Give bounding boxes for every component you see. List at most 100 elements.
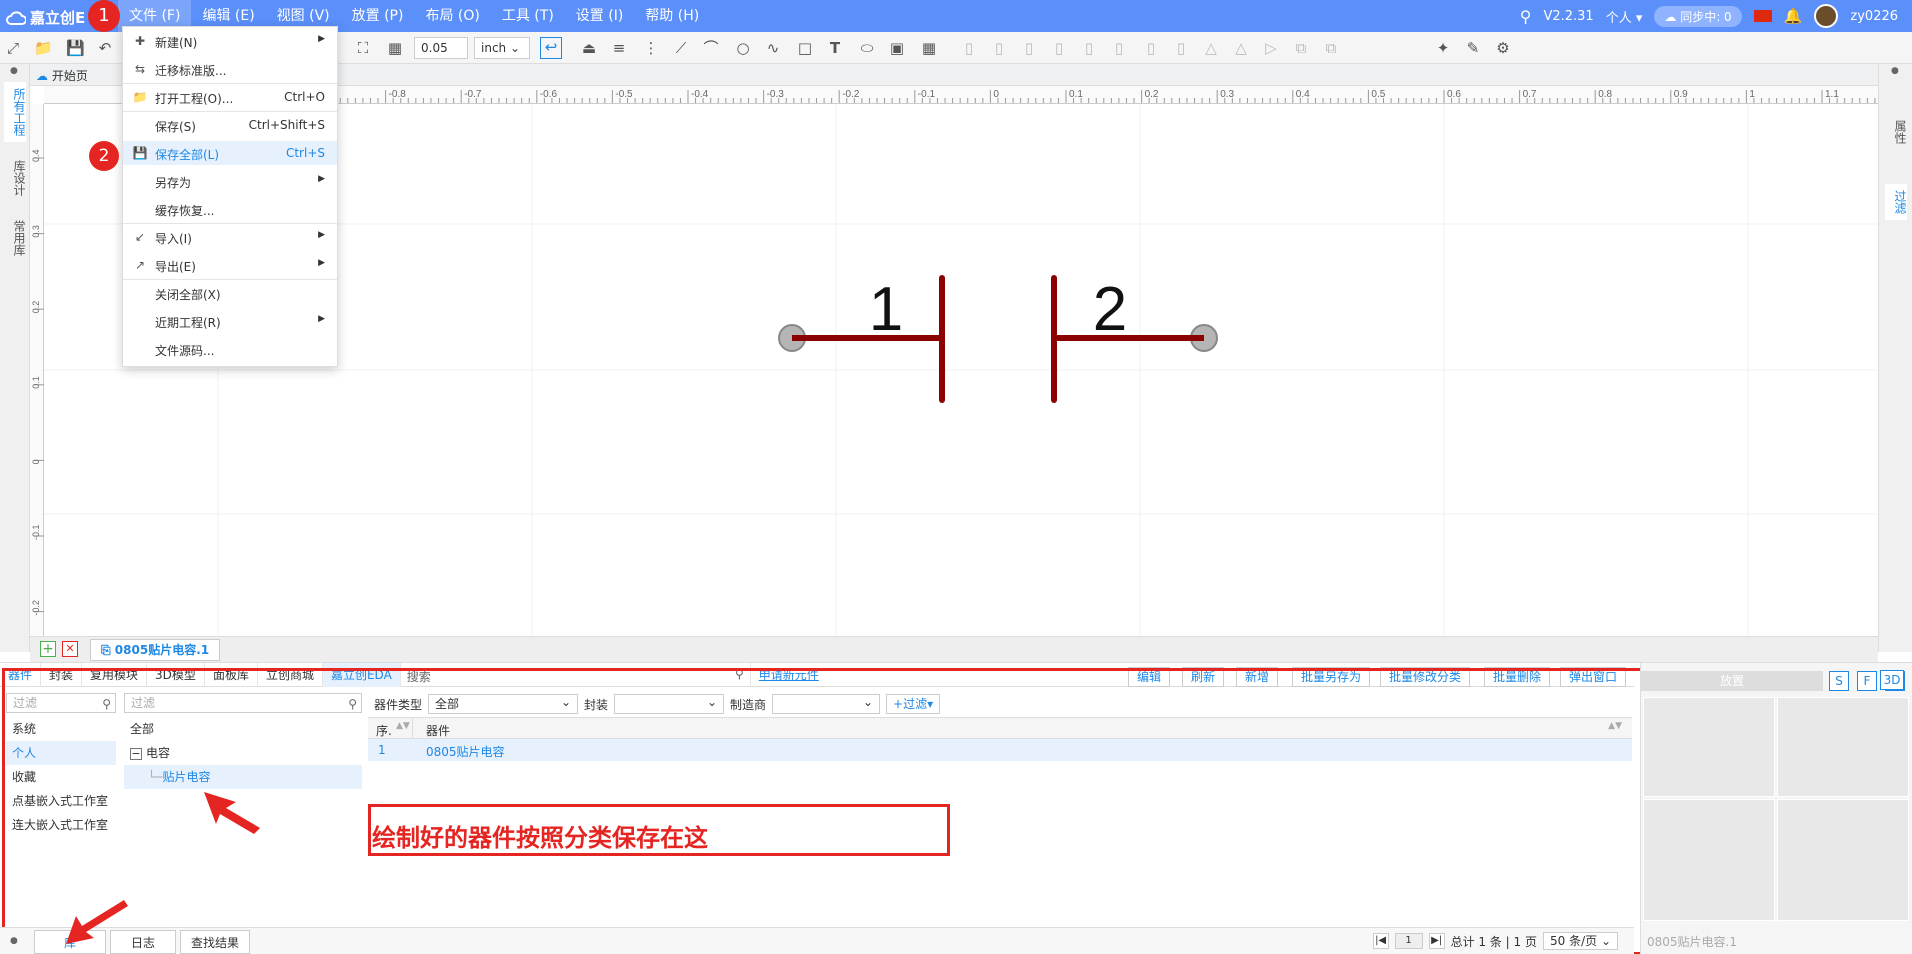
align-center-h-icon[interactable]: ▯ (1080, 39, 1098, 57)
select-tool-icon[interactable]: ⤢ (4, 39, 22, 57)
workspace-select[interactable]: 个人 ▾ (1606, 7, 1643, 26)
vruler-label: -0.2 (31, 600, 41, 616)
align-bottom-icon[interactable]: ▯ (1050, 39, 1068, 57)
file-menu-item-label: 保存全部(L) (155, 148, 220, 162)
prev-page-button[interactable]: |◀ (1372, 933, 1389, 949)
file-menu-item[interactable]: 保存(S) Ctrl+Shift+S (123, 113, 337, 137)
grid-icon[interactable]: ▦ (386, 39, 404, 57)
add-sheet-button[interactable]: + (40, 641, 56, 657)
file-menu-item-label: 导入(I) (155, 232, 192, 246)
tab-all-projects[interactable]: 所有工程 (4, 82, 26, 142)
submenu-arrow-icon: ▶ (318, 174, 325, 184)
check-icon[interactable]: ✦ (1434, 39, 1452, 57)
bottom-tab-search-results[interactable]: 查找结果 (180, 930, 251, 954)
pin-icon[interactable]: ● (10, 66, 18, 76)
text-tool-icon[interactable]: T (826, 39, 844, 57)
next-page-button[interactable]: ▶| (1428, 933, 1445, 949)
pin-tool-icon[interactable]: ⏏ (580, 39, 598, 57)
gear-icon[interactable]: ⚙ (1494, 39, 1512, 57)
flip-icon[interactable]: ▷ (1262, 39, 1280, 57)
align-top-icon[interactable]: ▯ (1020, 39, 1038, 57)
file-menu-item[interactable]: ↙ 导入(I) ▶ (123, 225, 337, 249)
file-menu-item[interactable]: 文件源码... (123, 337, 337, 361)
file-menu-item[interactable]: 近期工程(R) ▶ (123, 309, 337, 333)
ellipse-tool-icon[interactable]: ⬭ (858, 39, 876, 57)
place-button[interactable]: 放置 (1641, 671, 1823, 691)
menu-layout[interactable]: 布局 (O) (414, 0, 490, 32)
undo-icon[interactable]: ↶ (96, 39, 114, 57)
capacitor-symbol[interactable]: 1 2 (778, 275, 1218, 403)
tab-properties[interactable]: 属性 (1885, 114, 1907, 150)
line-tool-icon[interactable]: ⟋ (672, 39, 690, 57)
file-menu-item[interactable]: 💾 保存全部(L) Ctrl+S (123, 141, 337, 165)
menu-help[interactable]: 帮助 (H) (634, 0, 710, 32)
file-menu-item[interactable]: 另存为 ▶ (123, 169, 337, 193)
search-icon[interactable]: ⚲ (1520, 7, 1532, 26)
tab-filter[interactable]: 过滤 (1885, 184, 1907, 220)
ruler-label: 0.7 (1523, 89, 1537, 100)
align-right-icon[interactable]: ▯ (990, 39, 1008, 57)
menu-tools[interactable]: 工具 (T) (491, 0, 565, 32)
mirror-icon[interactable]: △ (1232, 39, 1250, 57)
doc-tab-start-label: 开始页 (51, 69, 88, 83)
snap-toggle-icon[interactable]: ↩ (540, 37, 562, 59)
ruler-label: -0.2 (842, 89, 860, 100)
pin-icon[interactable]: ● (10, 936, 18, 946)
grid-size-value: 0.05 (421, 41, 448, 55)
ungroup-icon[interactable]: ⧉ (1322, 39, 1340, 57)
symbol-wizard-icon[interactable]: ✎ (1464, 39, 1482, 57)
sync-badge[interactable]: ☁ 同步中: 0 (1654, 5, 1742, 27)
bell-icon[interactable]: 🔔 (1784, 7, 1803, 25)
ruler-label: -0.1 (918, 89, 936, 100)
avatar[interactable] (1814, 4, 1839, 28)
view-f-button[interactable]: F (1857, 671, 1877, 691)
rotate-icon[interactable]: △ (1202, 39, 1220, 57)
table-tool-icon[interactable]: ▦ (920, 39, 938, 57)
view-s-button[interactable]: S (1829, 671, 1849, 691)
file-menu-item[interactable]: 缓存恢复... (123, 197, 337, 221)
username[interactable]: zy0226 (1850, 9, 1898, 24)
bezier-tool-icon[interactable]: ∿ (764, 39, 782, 57)
page-number-input[interactable]: 1 (1394, 933, 1423, 949)
file-menu-item[interactable]: 关闭全部(X) (123, 281, 337, 305)
unit-select[interactable]: inch ⌄ (474, 37, 530, 59)
circle-tool-icon[interactable]: ○ (734, 39, 752, 57)
file-menu-item[interactable]: 📁 打开工程(O)... Ctrl+O (123, 85, 337, 109)
app-logo[interactable]: 嘉立创E (6, 7, 85, 28)
menu-separator (123, 111, 337, 112)
doc-tab-start[interactable]: ☁ 开始页 (36, 67, 88, 84)
align-center-v-icon[interactable]: ▯ (1110, 39, 1128, 57)
folder-icon[interactable]: 📁 (34, 39, 53, 57)
align-left-icon[interactable]: ▯ (960, 39, 978, 57)
page-size-select[interactable]: 50 条/页 ⌄ (1542, 932, 1618, 950)
menu-separator (123, 279, 337, 280)
annotation-arrow-icon (66, 900, 128, 944)
rectangle-tool-icon[interactable]: □ (796, 39, 814, 57)
view-3d-button[interactable]: 3D (1880, 670, 1904, 690)
tab-common-library[interactable]: 常用库 (4, 214, 26, 262)
file-menu-item[interactable]: ↗ 导出(E) ▶ (123, 253, 337, 277)
save-icon[interactable]: 💾 (66, 39, 85, 57)
tab-library-design[interactable]: 库设计 (4, 154, 26, 202)
menu-separator (123, 223, 337, 224)
distribute-h-icon[interactable]: ▯ (1142, 39, 1160, 57)
menu-settings[interactable]: 设置 (I) (565, 0, 635, 32)
delete-sheet-button[interactable]: ✕ (62, 641, 78, 657)
menu-place[interactable]: 放置 (P) (341, 0, 415, 32)
cloud-icon (6, 10, 26, 25)
group-icon[interactable]: ⧉ (1292, 39, 1310, 57)
bus-tool-icon[interactable]: ≡ (610, 39, 628, 57)
file-menu-item[interactable]: ✚ 新建(N) ▶ (123, 29, 337, 53)
distribute-v-icon[interactable]: ▯ (1172, 39, 1190, 57)
pin-icon[interactable]: ● (1891, 66, 1899, 76)
file-menu-item-shortcut: Ctrl+O (284, 90, 325, 104)
grid-size-select[interactable]: 0.05 ⌄ (414, 37, 468, 75)
arc-tool-icon[interactable]: ⌒ (702, 39, 720, 57)
wire-tool-icon[interactable]: ⋮ (642, 39, 660, 57)
place-panel: 放置 S F P 0805贴片电容.1 (1640, 663, 1912, 954)
sheet-tab-active[interactable]: ⎘ 0805贴片电容.1 (90, 639, 221, 661)
image-tool-icon[interactable]: ▣ (888, 39, 906, 57)
language-flag-icon[interactable] (1753, 10, 1772, 22)
file-menu-item[interactable]: ⇆ 迁移标准版... (123, 57, 337, 81)
zoom-area-icon[interactable]: ⛶ (354, 39, 372, 57)
